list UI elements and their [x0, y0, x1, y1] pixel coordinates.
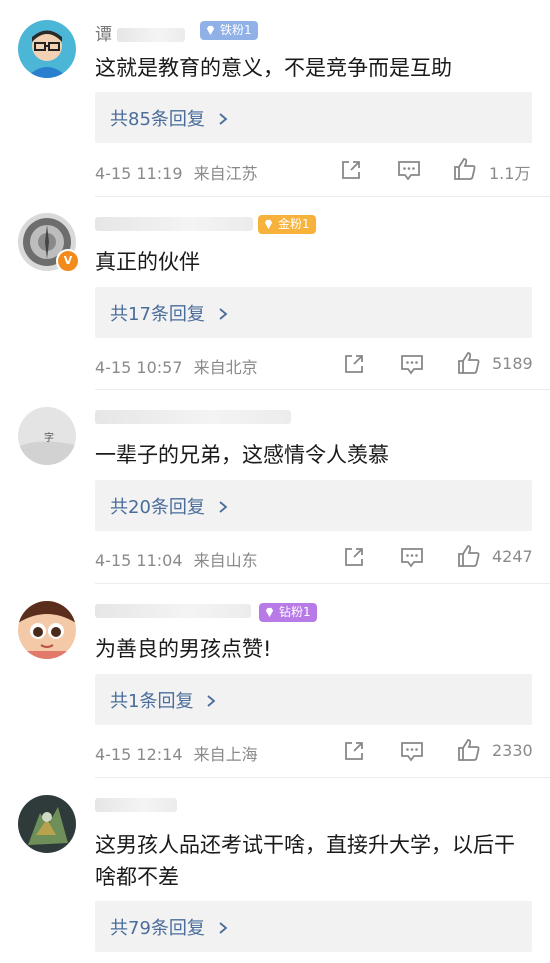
comment-text: 这男孩人品还考试干啥，直接升大学，以后干啥都不差: [95, 833, 515, 889]
comment-item: 这男孩人品还考试干啥，直接升大学，以后干啥都不差 共79条回复: [0, 0, 550, 963]
chevron-right-icon: [219, 922, 228, 934]
replies-button[interactable]: 共79条回复: [95, 901, 532, 952]
replies-count-label: 共79条回复: [110, 918, 205, 939]
username-blur: [95, 798, 177, 812]
avatar[interactable]: [18, 795, 76, 853]
username[interactable]: [95, 795, 177, 815]
